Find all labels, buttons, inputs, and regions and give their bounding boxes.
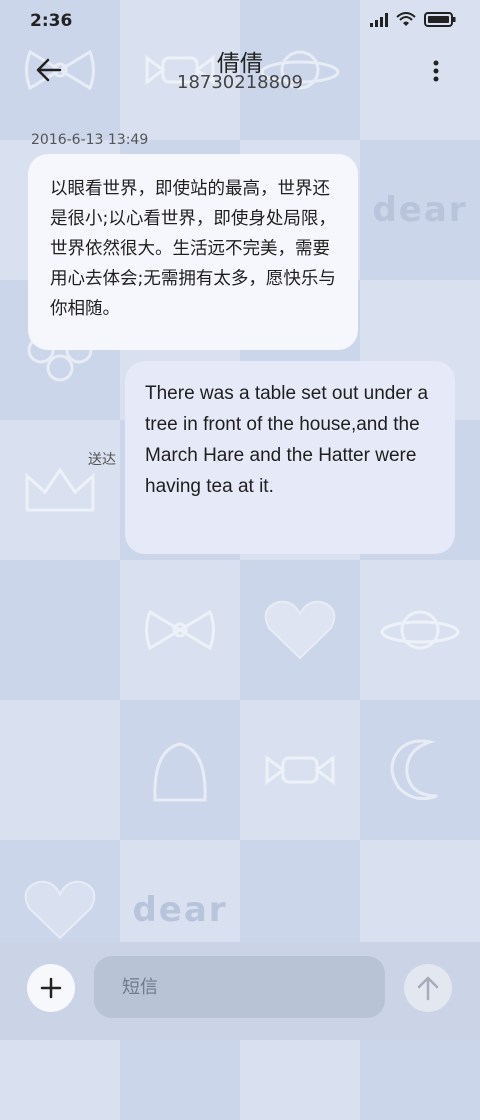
conversation-header: 倩倩 18730218809 — [0, 40, 480, 110]
delivery-status: 送达 — [88, 452, 116, 468]
wallpaper-tile — [240, 560, 360, 700]
wallpaper-tile — [120, 560, 240, 700]
wallpaper-tile — [360, 700, 480, 840]
incoming-message-bubble[interactable]: 以眼看世界，即使站的最高，世界还是很小;以心看世界，即使身处局限，世界依然很大。… — [28, 154, 358, 350]
battery-icon — [424, 12, 456, 27]
message-text: There was a table set out under a tree i… — [145, 383, 429, 497]
wallpaper-word: dear — [132, 890, 228, 930]
moon-icon — [390, 739, 438, 801]
message-timestamp: 2016-6-13 13:49 — [31, 132, 149, 148]
outgoing-message-bubble[interactable]: There was a table set out under a tree i… — [125, 361, 455, 554]
dinosaur-icon — [153, 742, 207, 802]
bow-icon — [145, 609, 215, 651]
status-icons — [370, 12, 456, 27]
add-attachment-button[interactable] — [27, 964, 75, 1012]
wallpaper-tile: dear — [360, 140, 480, 280]
arrow-up-icon — [417, 976, 439, 1001]
candy-icon — [265, 755, 335, 785]
more-options-button[interactable] — [428, 56, 444, 86]
wallpaper-tile — [0, 700, 120, 840]
wallpaper-tile — [360, 560, 480, 700]
wallpaper-word: dear — [372, 190, 468, 230]
more-vertical-icon — [433, 60, 439, 82]
heart-icon — [24, 880, 96, 940]
plus-icon — [40, 977, 62, 999]
wifi-icon — [396, 12, 416, 26]
wallpaper-tile — [120, 700, 240, 840]
signal-icon — [370, 12, 388, 27]
message-input[interactable] — [94, 956, 385, 1018]
status-bar: 2:36 — [0, 0, 480, 40]
planet-icon — [380, 610, 460, 650]
composer-bar — [0, 942, 480, 1040]
wallpaper-tile — [0, 420, 120, 560]
contact-phone: 18730218809 — [177, 72, 303, 93]
status-time: 2:36 — [30, 11, 73, 31]
send-button[interactable] — [404, 964, 452, 1012]
wallpaper-tile — [0, 560, 120, 700]
heart-icon — [264, 600, 336, 660]
message-text: 以眼看世界，即使站的最高，世界还是很小;以心看世界，即使身处局限，世界依然很大。… — [50, 179, 336, 319]
wallpaper-tile — [240, 700, 360, 840]
